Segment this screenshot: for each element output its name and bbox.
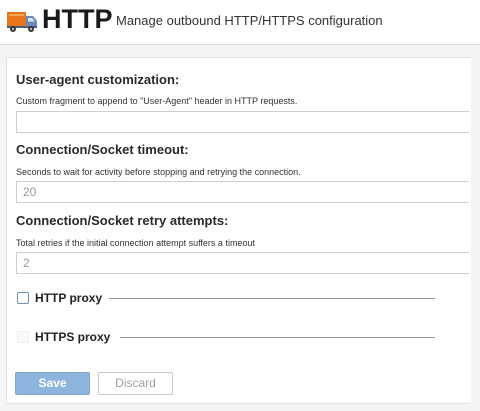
save-button[interactable]: Save (15, 372, 90, 395)
retry-title: Connection/Socket retry attempts: (16, 213, 229, 228)
http-proxy-divider (109, 298, 435, 299)
https-proxy-label[interactable]: HTTPS proxy (35, 330, 110, 345)
page-title: HTTP (42, 4, 113, 34)
settings-panel (6, 57, 471, 404)
truck-icon (7, 12, 37, 32)
http-proxy-row[interactable]: HTTP proxy (17, 291, 437, 307)
timeout-input[interactable] (16, 181, 469, 203)
http-proxy-checkbox[interactable] (17, 292, 29, 304)
user-agent-title: User-agent customization: (16, 72, 180, 87)
https-proxy-row[interactable]: HTTPS proxy (17, 330, 437, 346)
retry-help: Total retries if the initial connection … (16, 238, 255, 248)
discard-button[interactable]: Discard (98, 372, 173, 395)
https-proxy-divider (120, 337, 435, 338)
user-agent-help: Custom fragment to append to "User-Agent… (16, 96, 298, 106)
retry-input[interactable] (16, 252, 469, 274)
timeout-help: Seconds to wait for activity before stop… (16, 167, 301, 177)
user-agent-input[interactable] (16, 111, 469, 133)
https-proxy-checkbox[interactable] (17, 331, 29, 343)
http-proxy-label[interactable]: HTTP proxy (35, 291, 102, 306)
page-subtitle: Manage outbound HTTP/HTTPS configuration (116, 13, 383, 28)
page-header: HTTP Manage outbound HTTP/HTTPS configur… (0, 0, 480, 45)
timeout-title: Connection/Socket timeout: (16, 142, 189, 157)
